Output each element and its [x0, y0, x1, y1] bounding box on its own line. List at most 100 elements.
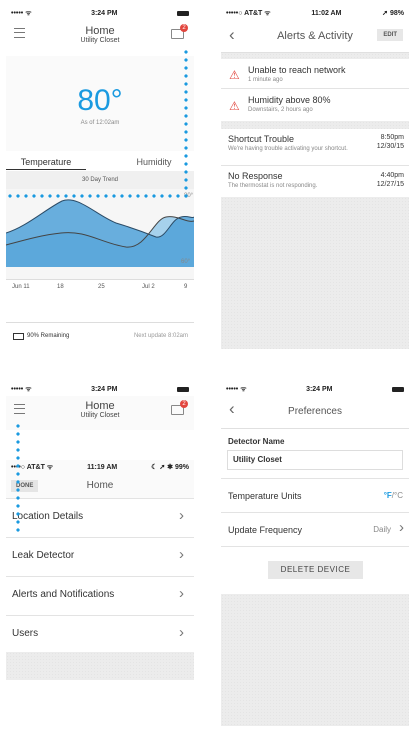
trend-label: 30 Day Trend — [6, 171, 194, 189]
status-time: 3:24 PM — [91, 385, 118, 393]
chevron-right-icon: › — [179, 507, 184, 524]
menu-item-leak-detector[interactable]: Leak Detector › — [6, 538, 194, 577]
home-screen: ••••• ᯤ 3:24 PM Home Utility Closet 2 80… — [6, 6, 194, 349]
battery-icon — [177, 10, 189, 16]
activity-sub: We're having trouble activating your sho… — [228, 146, 348, 152]
alerts-screen: •••••○ AT&T ᯤ 11:02 AM ➚ 98% ‹ Alerts & … — [221, 6, 409, 349]
activity-date: 12/27/15 — [376, 181, 404, 188]
tour-dots — [6, 194, 188, 198]
scale-low-label: 60° — [181, 259, 191, 265]
next-update: Next update 8:02am — [133, 333, 188, 339]
nav-subtitle: Utility Closet — [80, 37, 120, 44]
warning-icon: ⚠ — [229, 99, 240, 113]
alert-row[interactable]: ⚠ Humidity above 80% Downstairs, 2 hours… — [221, 89, 409, 121]
tour-dots — [16, 422, 20, 532]
empty-area — [221, 594, 409, 726]
warning-icon: ⚠ — [229, 68, 240, 82]
battery-icon — [13, 333, 24, 340]
chevron-right-icon: › — [399, 519, 404, 536]
x-tick: 9 — [184, 284, 188, 290]
x-tick: 25 — [98, 284, 105, 290]
x-tick: 18 — [57, 284, 64, 290]
alert-title: Humidity above 80% — [248, 95, 331, 105]
tab-humidity[interactable]: Humidity — [114, 157, 194, 167]
status-time: 11:02 AM — [311, 9, 342, 17]
delete-area: DELETE DEVICE — [221, 547, 409, 591]
tour-dots — [184, 48, 188, 198]
message-badge: 2 — [180, 400, 188, 408]
carrier: ••••• ᯤ — [11, 385, 32, 393]
menu-item-label: Users — [12, 628, 39, 639]
menu-item-label: Location Details — [12, 511, 84, 522]
alert-title: Unable to reach network — [248, 65, 346, 75]
chevron-right-icon: › — [179, 546, 184, 563]
empty-area — [221, 197, 409, 349]
alert-row[interactable]: ⚠ Unable to reach network 1 minute ago — [221, 59, 409, 89]
message-badge: 2 — [180, 24, 188, 32]
unit-c[interactable]: /°C — [392, 491, 403, 500]
status-battery: ➚ 98% — [382, 10, 404, 17]
detector-name-label: Detector Name — [228, 437, 285, 446]
status-bar: ••••• ᯤ 3:24 PM — [6, 6, 194, 20]
nav-bar: ‹ Preferences — [221, 396, 409, 429]
as-of-time: As of 12:02am — [80, 120, 120, 126]
tab-temperature[interactable]: Temperature — [6, 157, 86, 170]
carrier: •••••○ AT&T ᯤ — [226, 9, 271, 17]
activity-row[interactable]: No Response The thermostat is not respon… — [221, 166, 409, 200]
nav-bar: Home Utility Closet 2 — [6, 20, 194, 56]
x-tick: Jul 2 — [142, 284, 155, 290]
empty-area — [6, 652, 194, 680]
nav-subtitle: Utility Closet — [80, 412, 120, 419]
activity-sub: The thermostat is not responding. — [228, 183, 318, 189]
unit-f[interactable]: °F — [384, 491, 392, 500]
delete-device-button[interactable]: DELETE DEVICE — [268, 561, 363, 579]
battery-icon — [177, 386, 189, 392]
chevron-right-icon: › — [179, 585, 184, 602]
x-axis: Jun 11 18 25 Jul 2 9 — [6, 279, 194, 296]
detector-name-input[interactable]: Utility Closet — [227, 450, 403, 470]
menu-item-label: Leak Detector — [12, 550, 75, 561]
activity-title: No Response — [228, 171, 283, 181]
x-tick: Jun 11 — [12, 284, 30, 290]
temperature-area — [6, 199, 194, 267]
inner-status-bar: ••••○ AT&T ᯤ 11:19 AM ☾ ➚ ✱ 99% — [6, 460, 194, 474]
update-frequency-row[interactable]: Update Frequency Daily › — [221, 513, 409, 547]
update-frequency-value: Daily — [373, 525, 391, 534]
overlay-panel: ••••○ AT&T ᯤ 11:19 AM ☾ ➚ ✱ 99% DONE Hom… — [6, 460, 194, 688]
battery-icon — [392, 386, 404, 392]
nav-bar: Home Utility Closet 2 — [6, 396, 194, 430]
status-time: 11:19 AM — [87, 463, 118, 471]
status-bar: ••••• ᯤ 3:24 PM — [221, 382, 409, 396]
activity-date: 12/30/15 — [376, 143, 404, 150]
update-frequency-label: Update Frequency — [228, 525, 303, 535]
status-time: 3:24 PM — [306, 385, 333, 393]
activity-time: 8:50pm — [380, 134, 404, 141]
status-bar: ••••• ᯤ 3:24 PM — [6, 382, 194, 396]
nav-title: Home — [85, 400, 115, 412]
nav-title: Preferences — [288, 406, 342, 417]
carrier: ••••• ᯤ — [226, 385, 247, 393]
activity-time: 4:40pm — [380, 172, 404, 179]
status-bar: •••••○ AT&T ᯤ 11:02 AM ➚ 98% — [221, 6, 409, 20]
tab-bar: Temperature Humidity — [6, 151, 194, 171]
menu-icon[interactable] — [14, 404, 25, 414]
status-time: 3:24 PM — [91, 9, 118, 17]
menu-item-alerts[interactable]: Alerts and Notifications › — [6, 577, 194, 616]
menu-item-users[interactable]: Users › — [6, 616, 194, 654]
temperature-panel: 80° As of 12:02am — [6, 56, 194, 151]
menu-icon[interactable] — [14, 28, 25, 38]
settings-screen: ••••• ᯤ 3:24 PM Home Utility Closet 2 ••… — [6, 382, 194, 698]
temperature-units-label: Temperature Units — [228, 491, 302, 501]
edit-button[interactable]: EDIT — [377, 29, 403, 41]
temperature-reading: 80° — [77, 84, 123, 117]
nav-title: Home — [85, 25, 115, 37]
alert-sub: 1 minute ago — [248, 77, 283, 83]
temperature-units-row[interactable]: Temperature Units °F/°C — [221, 478, 409, 513]
activity-row[interactable]: Shortcut Trouble We're having trouble ac… — [221, 129, 409, 166]
footer: 90% Remaining Next update 8:02am — [6, 322, 194, 349]
alert-sub: Downstairs, 2 hours ago — [248, 107, 313, 113]
preferences-screen: ••••• ᯤ 3:24 PM ‹ Preferences Detector N… — [221, 382, 409, 726]
nav-bar: ‹ Alerts & Activity EDIT — [221, 20, 409, 53]
units-toggle[interactable]: °F/°C — [384, 491, 403, 500]
menu-item-location-details[interactable]: Location Details › — [6, 499, 194, 538]
